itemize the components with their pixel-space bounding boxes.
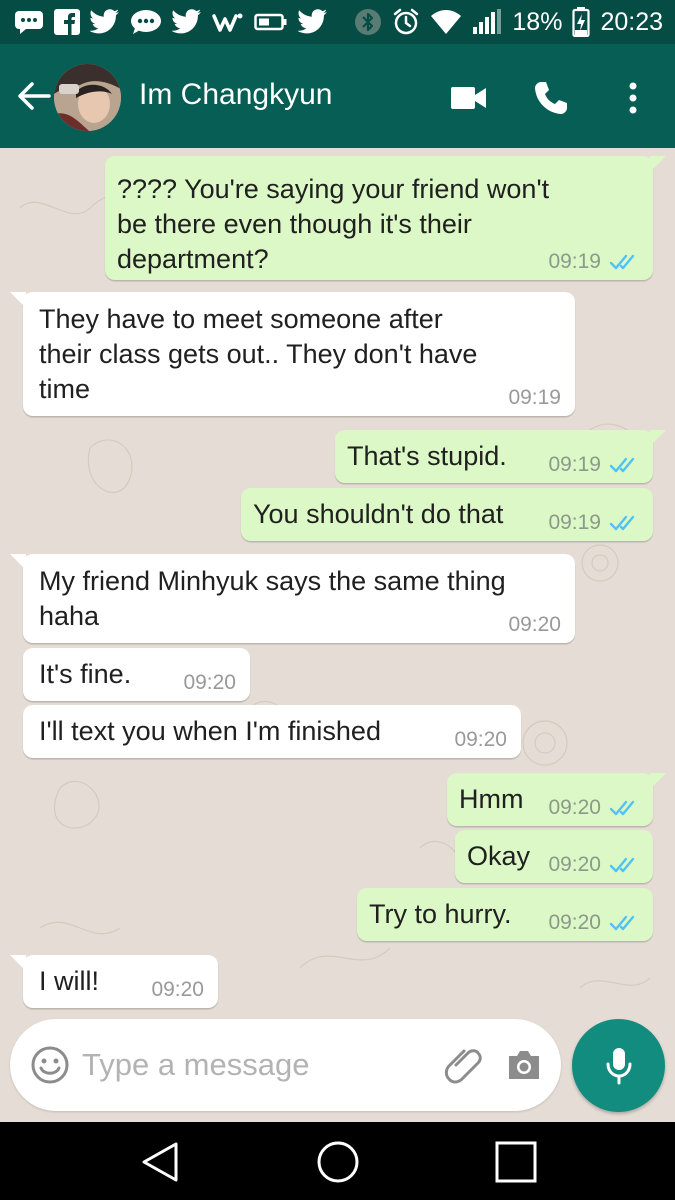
message-text-line: haha (39, 601, 100, 631)
battery-saver-icon (254, 12, 288, 32)
message-outgoing[interactable]: Try to hurry. 09:20 (357, 888, 653, 941)
message-text-line: It's fine. (39, 659, 132, 689)
bluetooth-icon (354, 8, 382, 36)
voice-call-button[interactable] (527, 74, 575, 122)
message-text-line: My friend Minhyuk says the same thing (39, 566, 506, 596)
message-text-line: They have to meet someone after (39, 304, 443, 334)
more-options-button[interactable] (609, 74, 657, 122)
camera-icon (509, 1051, 539, 1079)
message-text-line: I will! (39, 966, 99, 996)
notification-icons (14, 6, 328, 38)
read-receipt-icon (609, 513, 639, 533)
message-icon (130, 9, 162, 35)
message-incoming[interactable]: They have to meet someone after their cl… (10, 292, 575, 416)
message-time: 09:19 (508, 386, 561, 409)
message-incoming[interactable]: It's fine. 09:20 (23, 648, 250, 701)
message-time: 09:20 (548, 796, 601, 819)
nav-home-button[interactable] (315, 1139, 361, 1185)
message-list[interactable]: ???? You're saying your friend won't be … (0, 148, 675, 1020)
navigation-bar (0, 1122, 675, 1200)
message-text-line: time (39, 374, 91, 404)
message-text-line: department? (117, 244, 269, 274)
system-status: 18% 20:23 (354, 6, 663, 38)
message-text-line: You shouldn't do that (253, 499, 504, 529)
read-receipt-icon (609, 913, 639, 933)
twitter-icon (298, 9, 328, 35)
avatar[interactable] (54, 64, 121, 131)
message-text-line: ???? You're saying your friend won't (117, 174, 550, 204)
emoji-button[interactable] (30, 1045, 70, 1085)
message-time: 09:20 (548, 911, 601, 934)
message-text-line: Try to hurry. (369, 899, 512, 929)
arrow-left-icon (18, 82, 51, 110)
battery-charging-icon (572, 7, 591, 37)
clock: 20:23 (600, 7, 663, 36)
contact-name[interactable]: Im Changkyun (139, 78, 332, 112)
nav-recents-button[interactable] (493, 1139, 539, 1185)
message-text-line: I'll text you when I'm finished (39, 716, 381, 746)
message-text-line: That's stupid. (347, 441, 507, 471)
message-incoming[interactable]: I'll text you when I'm finished 09:20 (23, 705, 521, 758)
message-outgoing[interactable]: You shouldn't do that 09:19 (241, 488, 653, 541)
message-time: 09:20 (548, 853, 601, 876)
message-text-line: their class gets out.. They don't have (39, 339, 478, 369)
message-composer (10, 1019, 561, 1111)
phone-icon (535, 82, 567, 114)
message-time: 09:20 (151, 978, 204, 1001)
more-vertical-icon (629, 82, 637, 114)
message-time: 09:19 (548, 453, 601, 476)
message-time: 09:19 (548, 511, 601, 534)
chat-header: Im Changkyun (0, 44, 675, 148)
message-outgoing[interactable]: Hmm 09:20 (447, 773, 666, 826)
message-outgoing[interactable]: That's stupid. 09:19 (335, 430, 666, 483)
microphone-icon (606, 1047, 631, 1084)
message-input[interactable] (82, 1041, 422, 1089)
triangle-back-icon (142, 1142, 178, 1182)
circle-home-icon (317, 1141, 359, 1183)
message-time: 09:20 (508, 613, 561, 636)
signal-icon (472, 9, 502, 35)
message-text-line: be there even though it's their (117, 209, 472, 239)
read-receipt-icon (609, 455, 639, 475)
video-call-button[interactable] (445, 74, 493, 122)
back-button[interactable] (12, 74, 56, 118)
alarm-icon (392, 8, 420, 36)
message-time: 09:20 (454, 728, 507, 751)
message-time: 09:19 (548, 250, 601, 273)
facebook-icon (54, 9, 80, 35)
read-receipt-icon (609, 252, 639, 272)
camera-button[interactable] (506, 1047, 542, 1083)
nav-back-button[interactable] (137, 1139, 183, 1185)
voice-message-button[interactable] (572, 1019, 665, 1112)
twitter-icon (90, 9, 120, 35)
status-bar: 18% 20:23 (0, 0, 675, 44)
message-text-line: Okay (467, 841, 531, 871)
twitter-icon (172, 9, 202, 35)
read-receipt-icon (609, 855, 639, 875)
message-incoming[interactable]: I will! 09:20 (10, 955, 218, 1008)
message-outgoing[interactable]: Okay 09:20 (455, 830, 653, 883)
w-app-icon (212, 10, 244, 34)
message-time: 09:20 (183, 671, 236, 694)
wifi-icon (430, 9, 462, 35)
square-recents-icon (495, 1141, 537, 1183)
message-outgoing[interactable]: ???? You're saying your friend won't be … (105, 156, 666, 280)
attach-button[interactable] (442, 1043, 486, 1087)
battery-percent: 18% (512, 7, 563, 36)
contact-photo (54, 64, 121, 131)
read-receipt-icon (609, 798, 639, 818)
message-text-line: Hmm (459, 784, 524, 814)
video-camera-icon (451, 87, 486, 109)
emoji-icon (31, 1046, 69, 1084)
paperclip-icon (444, 1049, 482, 1084)
chat-bubble-icon (14, 9, 44, 35)
message-incoming[interactable]: My friend Minhyuk says the same thing ha… (10, 554, 575, 643)
